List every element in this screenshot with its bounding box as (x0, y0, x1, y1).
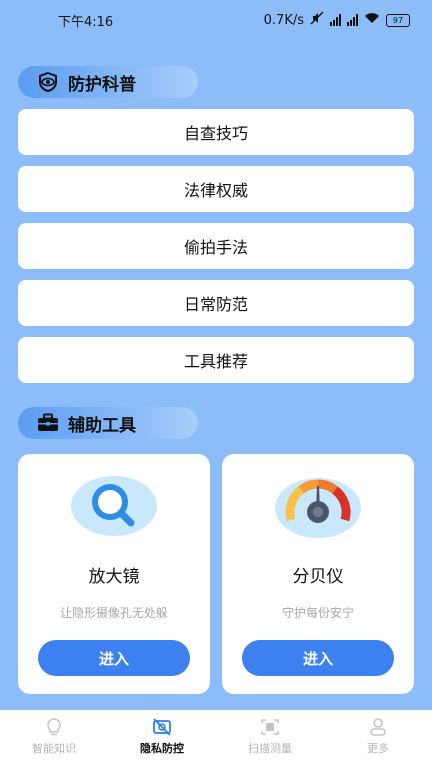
tool-title: 分贝仪 (292, 567, 344, 587)
tab-smart-knowledge[interactable]: 智能知识 (0, 710, 108, 768)
menu-item-label: 工具推荐 (183, 352, 248, 371)
signal-2-icon (347, 14, 358, 26)
section-header-popular-science: 防护科普 (18, 66, 198, 98)
menu-item-daily-prevention[interactable]: 日常防范 (18, 280, 414, 326)
menu-item-self-check[interactable]: 自查技巧 (18, 109, 414, 155)
scan-icon (259, 717, 281, 737)
status-time: 下午4:16 (58, 14, 114, 30)
camera-off-icon (151, 717, 173, 737)
tab-label: 更多 (367, 742, 389, 755)
tab-more[interactable]: 更多 (324, 710, 432, 768)
mute-icon (310, 11, 324, 29)
menu-item-label: 法律权威 (183, 181, 248, 200)
button-label: 进入 (302, 649, 333, 668)
enter-decibel-meter-button[interactable]: 进入 (242, 640, 394, 676)
menu-item-label: 日常防范 (183, 295, 248, 314)
status-indicators: 0.7K/s 97 (264, 11, 410, 29)
tab-label: 扫描测量 (248, 742, 292, 755)
tab-privacy-protection[interactable]: 隐私防控 (108, 710, 216, 768)
user-icon (367, 717, 389, 737)
menu-item-label: 偷拍手法 (183, 238, 248, 257)
tool-card-magnifier[interactable]: 放大镜 让隐形摄像孔无处躲 进入 (18, 454, 210, 694)
tab-label: 隐私防控 (140, 742, 184, 755)
battery-icon: 97 (386, 13, 410, 27)
button-label: 进入 (98, 649, 129, 668)
wifi-icon (364, 12, 380, 28)
tool-card-decibel-meter[interactable]: 分贝仪 守护每份安宁 进入 (222, 454, 414, 694)
signal-1-icon (330, 14, 341, 26)
menu-item-spy-methods[interactable]: 偷拍手法 (18, 223, 414, 269)
tool-title: 放大镜 (88, 567, 140, 587)
menu-item-label: 自查技巧 (183, 124, 248, 143)
section-title: 辅助工具 (68, 415, 136, 436)
eye-shield-icon (36, 71, 60, 93)
menu-item-legal-authority[interactable]: 法律权威 (18, 166, 414, 212)
section-header-tools: 辅助工具 (18, 407, 198, 439)
magnifier-icon (69, 474, 159, 538)
tool-subtitle: 守护每份安宁 (281, 606, 354, 620)
tab-label: 智能知识 (32, 742, 76, 755)
network-speed: 0.7K/s (263, 12, 304, 28)
enter-magnifier-button[interactable]: 进入 (38, 640, 190, 676)
decibel-gauge-icon (273, 474, 363, 538)
bulb-icon (43, 717, 65, 737)
tab-scan-measure[interactable]: 扫描测量 (216, 710, 324, 768)
status-bar: 下午4:16 0.7K/s 97 (0, 0, 432, 40)
battery-level: 97 (392, 15, 404, 25)
bottom-tab-bar: 智能知识 隐私防控 扫描测量 更多 (0, 710, 432, 768)
tool-subtitle: 让隐形摄像孔无处躲 (59, 606, 168, 620)
briefcase-icon (36, 413, 60, 433)
menu-item-tool-recommendations[interactable]: 工具推荐 (18, 337, 414, 383)
section-title: 防护科普 (68, 74, 136, 95)
